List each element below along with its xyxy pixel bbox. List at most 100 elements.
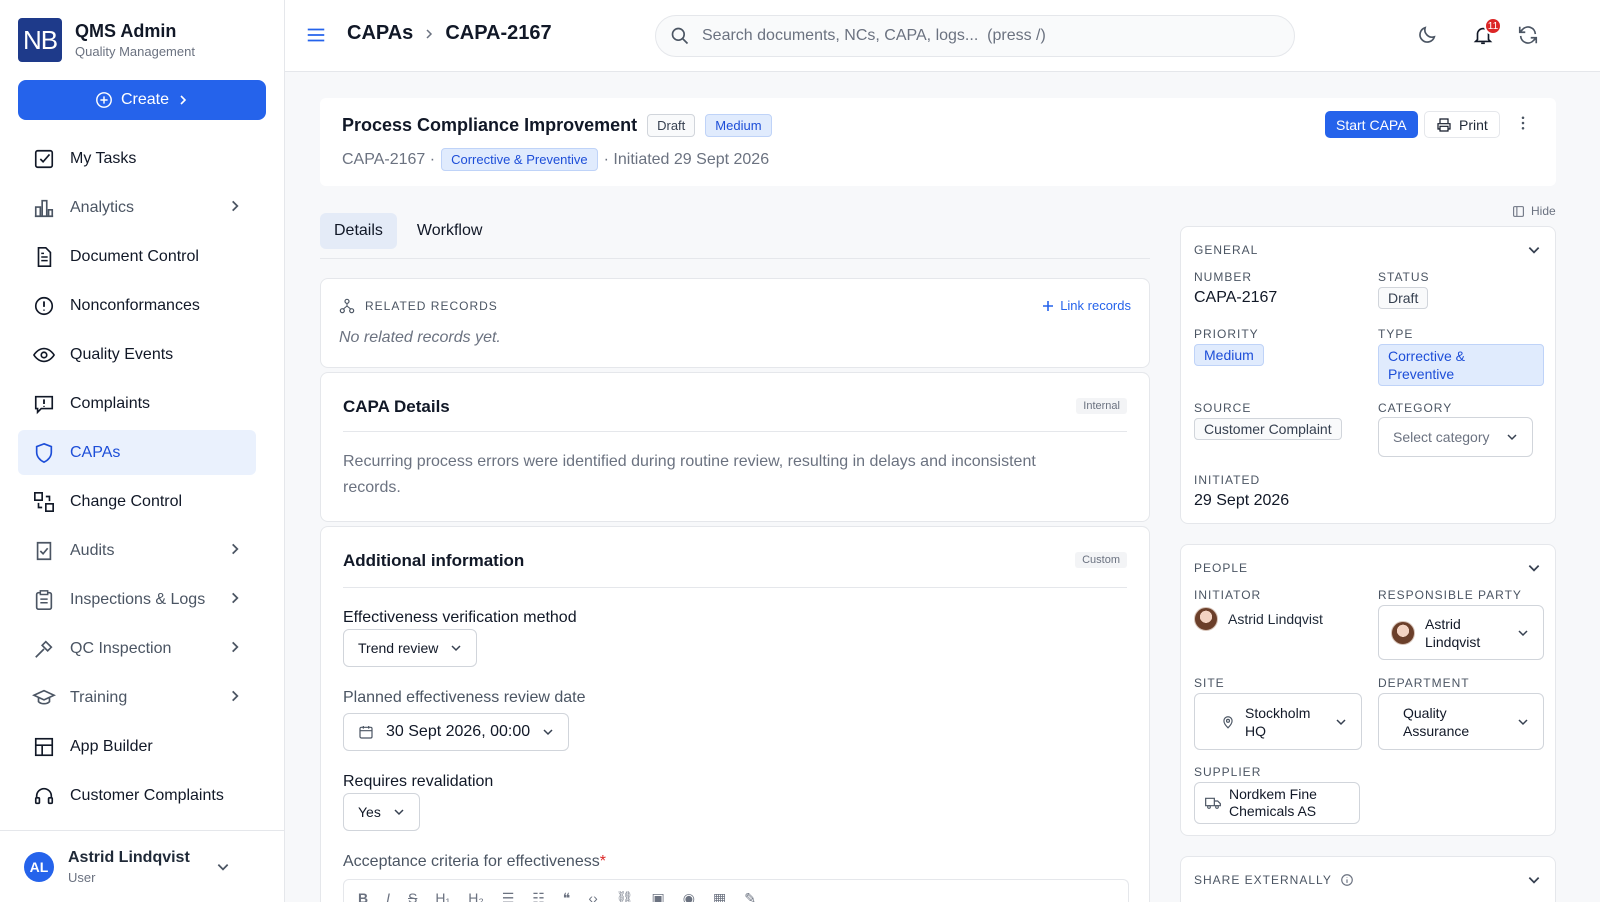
chevron-down-icon[interactable] <box>1527 561 1541 575</box>
camera-icon[interactable]: ◉ <box>683 890 695 902</box>
method-select[interactable]: Trend review <box>343 629 478 667</box>
sidebar-item-app-builder[interactable]: App Builder <box>18 724 256 769</box>
hide-panel-button[interactable]: Hide <box>1512 204 1556 218</box>
breadcrumb: CAPAs CAPA-2167 <box>347 22 552 45</box>
page-title: Process Compliance Improvement <box>342 115 638 135</box>
more-vertical-icon[interactable] <box>1514 114 1532 132</box>
heading-1-icon[interactable]: H₁ <box>435 890 450 902</box>
category-placeholder: Select category <box>1393 429 1490 445</box>
chevron-right-icon <box>180 95 187 105</box>
initiated-value: 29 Sept 2026 <box>1194 492 1290 509</box>
sidebar-item-capas[interactable]: CAPAs <box>18 430 256 475</box>
chevron-down-icon[interactable] <box>1527 243 1541 257</box>
alert-circle-icon <box>32 294 56 318</box>
hide-label: Hide <box>1531 204 1556 218</box>
category-select[interactable]: Select category <box>1378 417 1533 457</box>
sidebar-item-analytics[interactable]: Analytics <box>18 185 256 230</box>
breadcrumb-capas[interactable]: CAPAs <box>347 22 413 45</box>
divider <box>343 431 1127 432</box>
sidebar-item-quality-events[interactable]: Quality Events <box>18 332 256 377</box>
chevron-down-icon <box>1336 718 1346 725</box>
sidebar-item-change-control[interactable]: Change Control <box>18 479 256 524</box>
sidebar-item-label: App Builder <box>70 737 153 755</box>
print-label: Print <box>1459 116 1488 133</box>
sidebar-item-label: Complaints <box>70 394 151 412</box>
brand-logo: NB <box>18 18 62 62</box>
clipboard-list-icon <box>32 588 56 612</box>
tab-details[interactable]: Details <box>320 213 397 249</box>
network-icon <box>339 298 355 314</box>
moon-icon[interactable] <box>1416 24 1438 46</box>
sidebar-toggle-icon <box>1513 205 1524 217</box>
site-line: HQ <box>1245 722 1266 739</box>
numbered-list-icon[interactable]: ☷ <box>532 890 545 902</box>
internal-tag: Internal <box>1076 398 1127 414</box>
sidebar-item-customer-complaints[interactable]: Customer Complaints <box>18 773 256 818</box>
responsible-select[interactable]: Astrid Lindqvist <box>1378 605 1544 660</box>
user-menu[interactable]: AL Astrid Lindqvist User <box>0 830 284 902</box>
priority-badge: Medium <box>705 114 772 137</box>
sidebar-item-document-control[interactable]: Document Control <box>18 234 256 279</box>
link-records-button[interactable]: Link records <box>1042 298 1131 313</box>
priority-label: PRIORITY <box>1194 327 1259 341</box>
department-line: Quality <box>1403 704 1447 721</box>
type-value-line: Preventive <box>1388 366 1455 382</box>
avatar: AL <box>24 851 54 882</box>
notifications-button[interactable]: 11 <box>1472 17 1502 46</box>
italic-icon[interactable]: I <box>386 890 390 902</box>
shield-icon <box>32 441 56 465</box>
plus-circle-icon <box>96 92 112 108</box>
bold-icon[interactable]: B <box>358 890 368 902</box>
responsible-line: Astrid <box>1425 615 1461 632</box>
create-button[interactable]: Create <box>18 80 266 120</box>
record-number: CAPA-2167 · <box>342 150 436 168</box>
quote-icon[interactable]: ❝ <box>563 890 571 902</box>
pen-icon[interactable]: ✎ <box>744 890 756 902</box>
related-records-title: RELATED RECORDS <box>365 299 498 313</box>
additional-info-card: Additional information Custom Effectiven… <box>320 526 1150 902</box>
sidebar-item-inspections-logs[interactable]: Inspections & Logs <box>18 577 256 622</box>
category-label: CATEGORY <box>1378 401 1453 415</box>
image-icon[interactable]: ▣ <box>652 890 665 902</box>
chevron-right-icon <box>232 200 239 212</box>
info-icon[interactable] <box>1340 873 1354 887</box>
supplier-line: Chemicals AS <box>1229 803 1317 819</box>
sidebar-item-qc-inspection[interactable]: QC Inspection <box>18 626 256 671</box>
start-capa-button[interactable]: Start CAPA <box>1325 111 1418 138</box>
department-select[interactable]: Quality Assurance <box>1378 693 1544 750</box>
table-icon[interactable]: ▦ <box>713 890 726 902</box>
avatar <box>1391 620 1415 645</box>
revalidation-select[interactable]: Yes <box>343 793 420 831</box>
initiator-name: Astrid Lindqvist <box>1228 611 1323 627</box>
link-icon[interactable]: ⛓ <box>616 890 634 902</box>
chevron-down-icon[interactable] <box>1527 873 1541 887</box>
chevron-right-icon <box>232 543 239 555</box>
code-icon[interactable]: ‹› <box>588 890 597 902</box>
sidebar-item-nonconformances[interactable]: Nonconformances <box>18 283 256 328</box>
search-input[interactable] <box>702 27 1262 45</box>
chevron-right-icon <box>232 690 239 702</box>
refresh-icon[interactable] <box>1517 24 1539 46</box>
sidebar-item-complaints[interactable]: Complaints <box>18 381 256 426</box>
tab-workflow[interactable]: Workflow <box>403 213 497 249</box>
review-date-picker[interactable]: 30 Sept 2026, 00:00 <box>343 713 570 751</box>
sidebar-item-my-tasks[interactable]: My Tasks <box>18 136 256 181</box>
headset-icon <box>32 784 56 808</box>
sidebar-item-label: Audits <box>70 541 115 559</box>
menu-icon[interactable] <box>305 24 327 46</box>
sidebar-item-audits[interactable]: Audits <box>18 528 256 573</box>
strikethrough-icon[interactable]: S <box>408 890 417 902</box>
source-label: SOURCE <box>1194 401 1252 415</box>
brand[interactable]: NB QMS Admin Quality Management <box>18 18 195 62</box>
sidebar-item-training[interactable]: Training <box>18 675 256 720</box>
sidebar-nav: My Tasks Analytics Document Control Nonc… <box>18 136 256 822</box>
sidebar-item-label: My Tasks <box>70 149 137 167</box>
bullet-list-icon[interactable]: ☰ <box>502 890 515 902</box>
print-button[interactable]: Print <box>1424 111 1500 138</box>
department-label: DEPARTMENT <box>1378 676 1470 690</box>
sidebar-item-label: Document Control <box>70 247 199 265</box>
section-title: CAPA Details <box>343 397 450 416</box>
heading-2-icon[interactable]: H₂ <box>468 890 484 902</box>
supplier-field[interactable]: Nordkem Fine Chemicals AS <box>1194 782 1360 824</box>
site-select[interactable]: Stockholm HQ <box>1194 693 1362 750</box>
